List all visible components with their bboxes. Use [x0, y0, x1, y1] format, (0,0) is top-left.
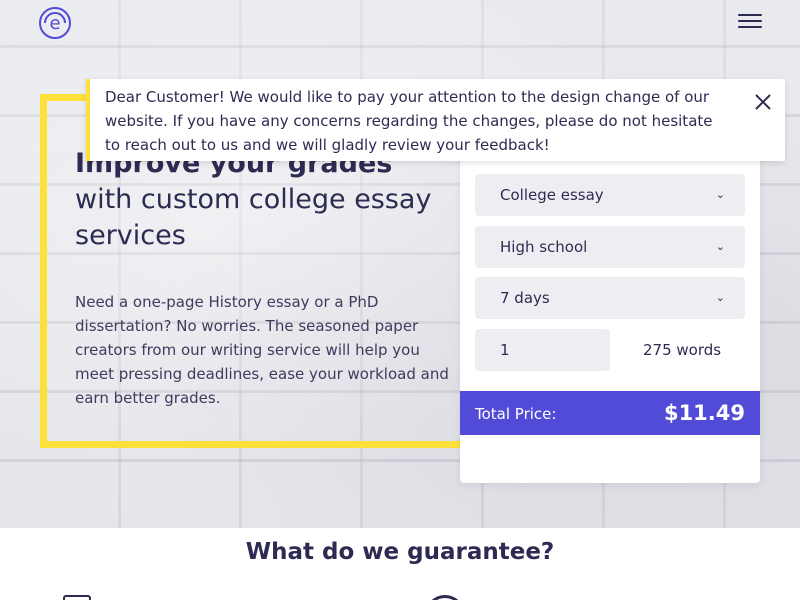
- total-price-label: Total Price:: [475, 405, 557, 423]
- total-price-bar: Total Price: $11.49: [460, 391, 760, 435]
- chevron-down-icon: ⌄: [715, 291, 725, 304]
- chevron-down-icon: ⌄: [715, 188, 725, 201]
- hamburger-menu-button[interactable]: [738, 14, 762, 32]
- deadline-value: 7 days: [500, 289, 550, 307]
- hero-description: Need a one-page History essay or a PhD d…: [75, 293, 449, 407]
- hamburger-icon-line: [738, 26, 762, 28]
- pages-input[interactable]: [475, 329, 610, 371]
- hamburger-icon-line: [738, 20, 762, 22]
- total-price-value: $11.49: [663, 401, 745, 425]
- guarantee-section-title: What do we guarantee?: [245, 539, 555, 565]
- hero-title-rest: with custom college essay services: [75, 184, 432, 251]
- academic-level-value: High school: [500, 238, 588, 256]
- close-icon[interactable]: [753, 92, 773, 112]
- word-count: 275 words: [643, 341, 722, 359]
- hamburger-icon-line: [738, 14, 762, 16]
- deadline-select[interactable]: 7 days ⌄: [475, 277, 745, 319]
- paper-type-select[interactable]: College essay ⌄: [475, 174, 745, 216]
- logo-icon[interactable]: e: [38, 6, 72, 40]
- academic-level-select[interactable]: High school ⌄: [475, 226, 745, 268]
- order-calculator: College essay ⌄ High school ⌄ 7 days ⌄ 2…: [460, 130, 760, 483]
- shield-icon: [425, 595, 465, 600]
- design-change-notice: Dear Customer! We would like to pay your…: [86, 79, 785, 161]
- calendar-icon: [63, 595, 91, 600]
- svg-text:e: e: [49, 13, 60, 34]
- paper-type-value: College essay: [500, 186, 604, 204]
- hero-title: Improve your grades with custom college …: [75, 146, 455, 254]
- notice-text: Dear Customer! We would like to pay your…: [105, 88, 713, 154]
- chevron-down-icon: ⌄: [715, 240, 725, 253]
